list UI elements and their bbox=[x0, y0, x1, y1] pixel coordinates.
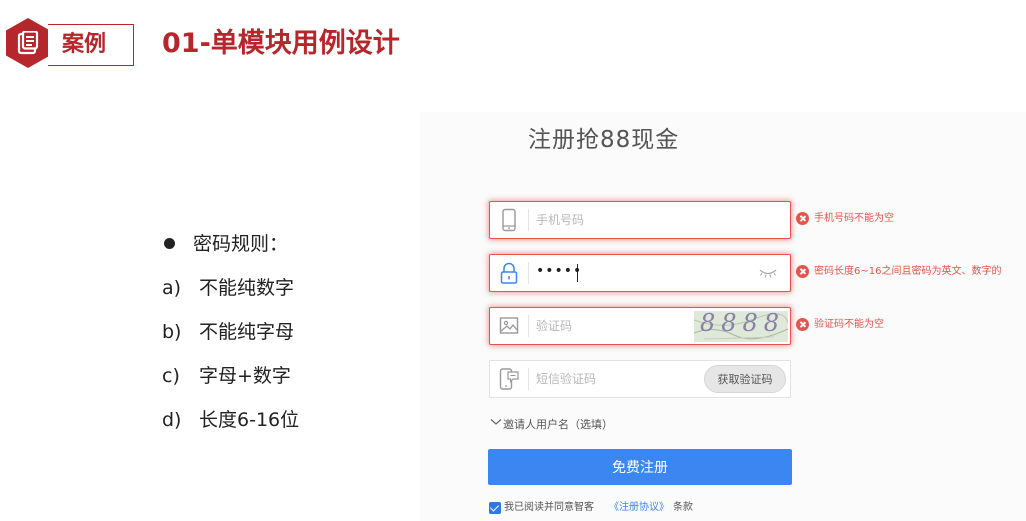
captcha-input[interactable] bbox=[536, 316, 686, 336]
captcha-text: 8888 bbox=[700, 311, 786, 337]
agreement-link[interactable]: 《注册协议》 bbox=[609, 499, 669, 517]
case-badge bbox=[6, 18, 50, 68]
rule-letter: d) bbox=[162, 409, 182, 431]
captcha-error-text: 验证码不能为空 bbox=[814, 319, 884, 330]
phone-icon bbox=[502, 208, 516, 232]
rule-text: 不能纯数字 bbox=[199, 277, 295, 299]
text-caret bbox=[577, 264, 578, 282]
agree-suffix: 条款 bbox=[673, 502, 693, 513]
sms-phone-icon bbox=[499, 368, 519, 390]
sms-code-field[interactable]: 获取验证码 bbox=[489, 360, 791, 398]
error-icon bbox=[796, 212, 809, 225]
case-label: 案例 bbox=[62, 32, 107, 57]
captcha-image[interactable]: 8888 bbox=[694, 311, 788, 342]
sms-code-input[interactable] bbox=[536, 369, 686, 389]
phone-input[interactable] bbox=[536, 210, 726, 230]
rule-text: 长度6-16位 bbox=[199, 409, 300, 431]
page-title: 01-单模块用例设计 bbox=[162, 28, 400, 59]
rule-letter: b) bbox=[162, 321, 182, 343]
field-divider bbox=[528, 209, 529, 231]
form-title: 注册抢88现金 bbox=[528, 127, 680, 153]
case-label-box: 案例 bbox=[48, 24, 134, 66]
get-sms-code-button[interactable]: 获取验证码 bbox=[704, 365, 786, 393]
chevron-down-icon bbox=[490, 419, 502, 425]
captcha-field[interactable]: 8888 bbox=[489, 307, 791, 345]
phone-field[interactable] bbox=[489, 201, 791, 239]
field-divider bbox=[528, 368, 529, 390]
eye-closed-icon[interactable] bbox=[758, 267, 778, 279]
lock-icon bbox=[500, 262, 518, 284]
rules-title: 密码规则： bbox=[193, 233, 289, 255]
rule-text: 不能纯字母 bbox=[199, 321, 295, 343]
error-icon bbox=[796, 318, 809, 331]
error-icon bbox=[796, 265, 809, 278]
register-button[interactable]: 免费注册 bbox=[488, 449, 792, 485]
agree-checkbox[interactable] bbox=[489, 502, 501, 514]
rule-text: 字母+数字 bbox=[199, 365, 291, 387]
password-input[interactable]: ••••• bbox=[536, 263, 726, 283]
phone-error-text: 手机号码不能为空 bbox=[814, 213, 894, 224]
inviter-label: 邀请人用户名（选填） bbox=[503, 418, 613, 431]
rules-heading: 密码规则： bbox=[160, 228, 360, 260]
image-icon bbox=[499, 317, 519, 334]
password-field[interactable]: ••••• bbox=[489, 254, 791, 292]
field-divider bbox=[528, 315, 529, 337]
field-divider bbox=[528, 262, 529, 284]
rule-letter: c) bbox=[162, 365, 180, 387]
agree-text: 我已阅读并同意智客 bbox=[504, 502, 594, 513]
document-icon bbox=[17, 31, 39, 55]
rule-letter: a) bbox=[162, 277, 182, 299]
bullet-icon bbox=[164, 238, 175, 249]
password-error-text: 密码长度6~16之间且密码为英文、数字的 bbox=[814, 266, 1002, 277]
